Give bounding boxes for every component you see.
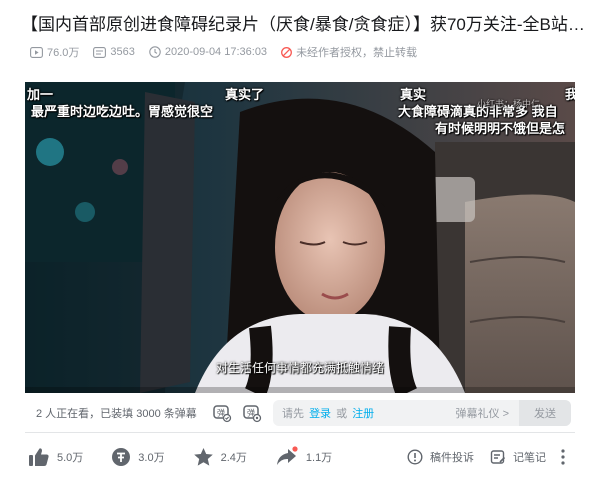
- danmaku-count-icon: [93, 46, 107, 58]
- warning-icon: [407, 449, 423, 465]
- share-count: 1.1万: [305, 452, 333, 464]
- notes-button[interactable]: 记笔记: [490, 449, 546, 465]
- coin-button[interactable]: 3.0万: [111, 447, 165, 467]
- like-button[interactable]: 5.0万: [28, 447, 83, 467]
- danmaku-comment: 加一: [27, 87, 54, 102]
- notes-label: 记笔记: [513, 452, 546, 464]
- like-count: 5.0万: [57, 452, 84, 464]
- star-icon: [193, 448, 213, 466]
- more-vertical-icon: [561, 449, 565, 465]
- danmaku-comment: 真实了: [225, 87, 265, 102]
- views-stat: 76.0万: [30, 44, 79, 60]
- copyright-text: 未经作者授权，禁止转载: [296, 47, 418, 59]
- danmaku-input[interactable]: 请先 登录 或 注册 弹幕礼仪 > 发送: [273, 400, 571, 426]
- danmaku-toggle-icon[interactable]: 弹: [211, 402, 233, 424]
- coin-icon: [112, 448, 131, 466]
- danmaku-stat: 3563: [93, 46, 135, 58]
- watching-status: 2 人正在看，已装填 3000 条弹幕: [36, 407, 197, 420]
- play-count-icon: [30, 46, 43, 58]
- danmaku-input-hint: 请先 登录 或 注册: [282, 405, 376, 421]
- danmaku-comment: 我: [565, 87, 575, 102]
- send-button[interactable]: 发送: [519, 400, 571, 426]
- toolbar-right: 稿件投诉 记笔记: [407, 443, 585, 471]
- video-toolbar: 5.0万 3.0万 2.4万 1.1万 稿件投诉 记笔记: [25, 443, 585, 471]
- report-button[interactable]: 稿件投诉: [407, 449, 474, 465]
- notes-icon: [490, 450, 506, 464]
- video-player[interactable]: 加一 最严重时边吃边吐。胃感觉很空 真实了 真实 我 大食障碍滴真的非常多 我自…: [25, 82, 575, 393]
- more-options-button[interactable]: [560, 448, 573, 466]
- login-prompt-prefix: 请先: [282, 408, 304, 420]
- publish-time-stat: 2020-09-04 17:36:03: [149, 46, 267, 58]
- or-text: 或: [336, 408, 348, 420]
- danmaku-etiquette-link[interactable]: 弹幕礼仪 >: [456, 405, 509, 421]
- share-button[interactable]: 1.1万: [275, 446, 332, 468]
- share-icon: [276, 446, 298, 465]
- video-watermark: 小红书：杨中仁: [477, 99, 541, 109]
- video-meta: 76.0万 3563 2020-09-04 17:36:03 未经作者授权，禁止…: [30, 43, 431, 61]
- video-title: 【国内首部原创进食障碍纪录片（厌食/暴食/贪食症）】获70万关注-全B站…: [21, 15, 585, 34]
- thumbs-up-icon: [29, 448, 49, 466]
- danmaku-comment: 最严重时边吃边吐。胃感觉很空: [31, 104, 214, 119]
- clock-icon: [149, 46, 161, 58]
- video-subtitle: 对生活任何事情都充满抵触情绪: [215, 361, 384, 375]
- publish-time: 2020-09-04 17:36:03: [164, 46, 268, 58]
- report-label: 稿件投诉: [430, 452, 474, 464]
- login-link[interactable]: 登录: [309, 408, 331, 420]
- coin-count: 3.0万: [138, 452, 165, 464]
- danmaku-comment: 有时候明明不饿但是怎: [435, 121, 566, 136]
- no-repost-icon: [281, 46, 293, 58]
- danmaku-count: 3563: [110, 46, 135, 58]
- views-count: 76.0万: [47, 47, 80, 59]
- danmaku-comment: 真实: [400, 87, 427, 102]
- copyright-notice: 未经作者授权，禁止转载: [281, 44, 417, 60]
- danmaku-bar: 2 人正在看，已装填 3000 条弹幕 弹 弹 请先 登录 或 注册 弹幕礼仪 …: [25, 393, 575, 433]
- favorite-count: 2.4万: [220, 452, 247, 464]
- register-link[interactable]: 注册: [352, 408, 374, 420]
- favorite-button[interactable]: 2.4万: [193, 447, 247, 467]
- danmaku-settings-icon[interactable]: 弹: [241, 402, 263, 424]
